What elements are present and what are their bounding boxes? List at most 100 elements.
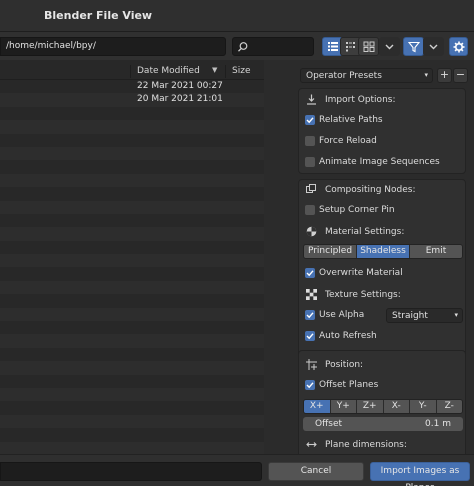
chevron-down-icon: ▾ — [424, 71, 428, 79]
shader-selector: Principled Shadeless Emit — [303, 244, 463, 259]
table-row — [0, 307, 264, 322]
texture-settings-header: Texture Settings: — [305, 287, 401, 302]
material-sphere-icon — [305, 226, 317, 238]
table-row — [0, 267, 264, 281]
axis-option-z-plus[interactable]: Z+ — [357, 400, 384, 413]
material-settings-title: Material Settings: — [325, 226, 405, 237]
table-row — [0, 133, 264, 147]
offset-value: 0.1 m — [425, 419, 451, 429]
offset-planes-label: Offset Planes — [319, 380, 379, 390]
checkbox-checked-icon — [305, 115, 315, 125]
axis-option-x-plus[interactable]: X+ — [304, 400, 331, 413]
table-row — [0, 240, 264, 255]
file-browser-toolbar: /home/michael/bpy/ — [0, 32, 474, 60]
table-row — [0, 120, 264, 134]
options-toggle-button[interactable] — [449, 37, 468, 56]
position-header: Position: — [305, 357, 363, 372]
remove-preset-button[interactable]: − — [453, 68, 468, 83]
checkbox-checked-icon — [305, 268, 315, 278]
import-options-section: Import Options: Relative Paths Force Rel… — [298, 88, 466, 174]
size-column-header[interactable]: Size — [232, 66, 250, 76]
chevron-down-icon: ▾ — [454, 311, 458, 319]
force-reload-checkbox[interactable]: Force Reload — [305, 134, 377, 148]
cancel-button[interactable]: Cancel — [268, 462, 364, 481]
column-separator — [225, 65, 226, 78]
offset-axis-selector: X+ Y+ Z+ X- Y- Z- — [303, 399, 463, 414]
filter-settings-dropdown[interactable] — [423, 37, 444, 56]
table-row — [0, 401, 264, 415]
table-row — [0, 414, 264, 429]
axis-option-y-minus[interactable]: Y- — [410, 400, 437, 413]
thumbnails-view-button[interactable] — [358, 37, 379, 56]
setup-corner-pin-checkbox[interactable]: Setup Corner Pin — [305, 203, 395, 217]
table-row — [0, 321, 264, 335]
position-title: Position: — [325, 359, 364, 370]
operator-settings-panel: Operator Presets ▾ + − Import Options: R… — [292, 60, 474, 454]
operator-presets-dropdown[interactable]: Operator Presets ▾ — [300, 68, 433, 83]
checkbox-unchecked-icon — [305, 157, 315, 167]
file-list-header: Date Modified ▼ Size — [0, 63, 264, 80]
chevron-down-icon — [429, 44, 438, 49]
overwrite-material-checkbox[interactable]: Overwrite Material — [305, 266, 403, 280]
table-row — [0, 187, 264, 201]
display-settings-dropdown[interactable] — [379, 37, 400, 56]
shader-option-shadeless[interactable]: Shadeless — [357, 245, 410, 258]
directory-path-field[interactable]: /home/michael/bpy/ — [0, 37, 226, 56]
vertical-list-icon — [327, 42, 338, 51]
import-options-header: Import Options: — [305, 92, 396, 107]
checkbox-checked-icon — [305, 310, 315, 320]
alpha-mode-dropdown[interactable]: Straight ▾ — [386, 308, 463, 323]
compositing-nodes-title: Compositing Nodes: — [325, 184, 416, 195]
table-row — [0, 294, 264, 308]
table-row[interactable]: 20 Mar 2021 21:01 — [0, 93, 264, 107]
table-row[interactable]: 22 Mar 2021 00:27 — [0, 80, 264, 94]
axis-option-z-minus[interactable]: Z- — [436, 400, 462, 413]
search-icon — [238, 42, 248, 52]
checkbox-unchecked-icon — [305, 136, 315, 146]
chevron-down-icon — [385, 44, 394, 49]
animate-image-sequences-checkbox[interactable]: Animate Image Sequences — [305, 155, 440, 169]
add-preset-button[interactable]: + — [437, 68, 452, 83]
position-section: Position: Offset Planes X+ Y+ Z+ X- Y- Z… — [298, 350, 466, 454]
offset-planes-checkbox[interactable]: Offset Planes — [305, 378, 378, 392]
filename-field[interactable] — [0, 462, 262, 481]
texture-checker-icon — [305, 289, 317, 301]
shader-option-principled[interactable]: Principled — [304, 245, 357, 258]
plane-dimensions-title: Plane dimensions: — [325, 439, 407, 450]
checkbox-checked-icon — [305, 380, 315, 390]
auto-refresh-checkbox[interactable]: Auto Refresh — [305, 329, 377, 343]
file-list-scroll-area — [264, 60, 292, 454]
use-alpha-checkbox[interactable]: Use Alpha — [305, 308, 364, 322]
use-alpha-label: Use Alpha — [319, 310, 365, 320]
table-row — [0, 200, 264, 214]
import-options-title: Import Options: — [325, 94, 396, 105]
search-filter-field[interactable] — [232, 37, 314, 56]
setup-corner-pin-label: Setup Corner Pin — [319, 205, 395, 215]
date-modified-column-header[interactable]: Date Modified — [137, 66, 200, 76]
operator-presets-label: Operator Presets — [306, 71, 382, 81]
table-row — [0, 146, 264, 161]
gear-icon — [453, 41, 464, 52]
import-icon — [305, 94, 317, 106]
texture-settings-title: Texture Settings: — [325, 289, 401, 300]
table-row — [0, 334, 264, 348]
shader-option-emit[interactable]: Emit — [410, 245, 462, 258]
table-row — [0, 428, 264, 442]
table-row — [0, 173, 264, 188]
horizontal-arrows-icon — [305, 439, 317, 451]
offset-number-field[interactable]: Offset 0.1 m — [303, 417, 463, 431]
file-list: Date Modified ▼ Size 22 Mar 2021 00:27 20… — [0, 60, 292, 454]
relative-paths-checkbox[interactable]: Relative Paths — [305, 113, 383, 127]
checkbox-unchecked-icon — [305, 205, 315, 215]
axis-option-y-plus[interactable]: Y+ — [330, 400, 357, 413]
material-settings-header: Material Settings: — [305, 224, 404, 239]
table-row — [0, 361, 264, 375]
table-row — [0, 347, 264, 362]
file-rows: 22 Mar 2021 00:27 20 Mar 2021 21:01 — [0, 80, 264, 454]
window-title: Blender File View — [44, 9, 153, 22]
table-row — [0, 441, 264, 454]
checkbox-checked-icon — [305, 331, 315, 341]
import-images-as-planes-button[interactable]: Import Images as Planes — [370, 462, 470, 486]
axis-option-x-minus[interactable]: X- — [383, 400, 410, 413]
filter-toggle-button[interactable] — [403, 37, 424, 56]
